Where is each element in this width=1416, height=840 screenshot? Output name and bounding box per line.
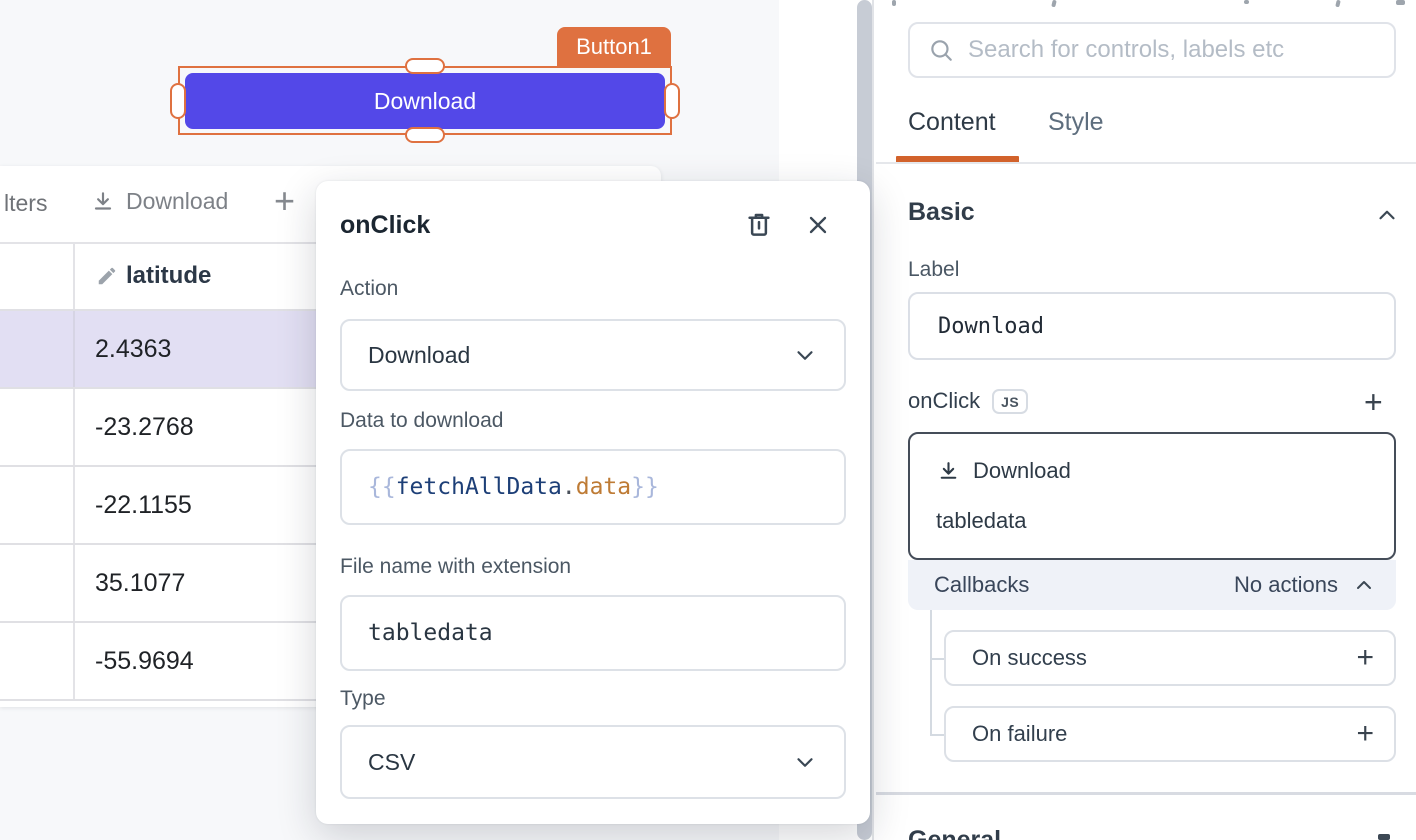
edit-pencil-icon [96, 265, 118, 287]
on-success-row[interactable]: On success + [944, 630, 1396, 686]
resize-handle-top[interactable] [405, 58, 445, 74]
column-header-latitude[interactable]: latitude [96, 262, 211, 290]
type-field-label: Type [340, 687, 386, 711]
section-divider [876, 792, 1416, 795]
callbacks-label: Callbacks [934, 572, 1234, 598]
code-token: }} [631, 474, 659, 500]
chevron-down-icon [792, 749, 818, 775]
action-card-type: Download [973, 458, 1071, 484]
app-window: Button1 Download lters Download + [0, 0, 1416, 840]
tabs-divider [876, 162, 1416, 164]
on-failure-label: On failure [972, 721, 1356, 747]
row-index-cell [0, 545, 75, 621]
chevron-down-icon [792, 342, 818, 368]
tab-style[interactable]: Style [1048, 108, 1104, 137]
resize-handle-right[interactable] [664, 83, 680, 119]
js-toggle-badge[interactable]: JS [992, 389, 1028, 414]
widget-name-badge[interactable]: Button1 [557, 27, 671, 66]
row-index-cell [0, 389, 75, 465]
row-index-cell [0, 467, 75, 543]
action-card-value: tabledata [936, 508, 1027, 534]
download-icon [90, 189, 116, 215]
chevron-up-icon[interactable] [1374, 202, 1400, 228]
section-basic: Basic [908, 198, 975, 227]
on-failure-row[interactable]: On failure + [944, 706, 1396, 762]
action-select[interactable]: Download [340, 319, 846, 391]
filename-input[interactable]: tabledata [340, 595, 846, 671]
download-icon [936, 459, 961, 484]
table-download-button[interactable]: Download [90, 188, 228, 215]
code-token: {{ [368, 474, 396, 500]
label-field-title: Label [908, 258, 959, 282]
column-header-label: latitude [126, 262, 211, 290]
code-token: data [576, 474, 631, 500]
download-button-widget[interactable]: Download [185, 73, 665, 129]
code-token: . [562, 474, 576, 500]
delete-action-icon[interactable] [744, 209, 774, 239]
onclick-action-card[interactable]: Download tabledata [908, 432, 1396, 560]
section-general: General [908, 826, 1001, 840]
onclick-property-label: onClick [908, 388, 980, 414]
property-pane: Content Style Basic Label Download onCli… [876, 0, 1416, 840]
action-select-value: Download [368, 342, 792, 369]
latitude-cell[interactable]: 35.1077 [95, 569, 185, 598]
resize-handle-left[interactable] [170, 83, 186, 119]
type-select[interactable]: CSV [340, 725, 846, 799]
popup-title: onClick [340, 211, 430, 240]
latitude-cell[interactable]: -23.2768 [95, 413, 194, 442]
callbacks-toggle[interactable]: Callbacks No actions [908, 560, 1396, 610]
callback-tree-line [930, 610, 932, 736]
code-token: fetchAllData [396, 474, 562, 500]
filename-field-label: File name with extension [340, 555, 571, 579]
chevron-up-icon [1352, 573, 1376, 597]
chevron-fragment [1378, 834, 1390, 840]
search-input[interactable] [968, 36, 1376, 64]
on-success-label: On success [972, 645, 1356, 671]
add-onclick-action-button[interactable]: + [1364, 386, 1383, 418]
data-to-download-input[interactable]: {{fetchAllData.data}} [340, 449, 846, 525]
type-select-value: CSV [368, 749, 792, 776]
search-icon [928, 37, 954, 63]
row-index-cell [0, 311, 75, 387]
table-add-row-button[interactable]: + [274, 180, 295, 222]
latitude-cell[interactable]: -55.9694 [95, 647, 194, 676]
add-on-failure-button[interactable]: + [1356, 719, 1374, 749]
table-filters-button[interactable]: lters [4, 190, 47, 217]
close-icon[interactable] [804, 211, 832, 239]
tab-content[interactable]: Content [908, 108, 996, 137]
action-field-label: Action [340, 277, 398, 301]
latitude-cell[interactable]: -22.1155 [95, 491, 192, 520]
row-index-cell [0, 623, 75, 699]
latitude-cell[interactable]: 2.4363 [95, 335, 171, 364]
onclick-property-row: onClick JS [908, 388, 1028, 414]
onclick-config-popup: onClick Action Download Data to download [316, 181, 870, 824]
data-field-label: Data to download [340, 409, 503, 433]
callbacks-status: No actions [1234, 572, 1338, 598]
table-download-label: Download [126, 188, 228, 215]
table-index-column-header [0, 244, 75, 309]
label-field-input[interactable]: Download [908, 292, 1396, 360]
add-on-success-button[interactable]: + [1356, 643, 1374, 673]
resize-handle-bottom[interactable] [405, 127, 445, 143]
property-search[interactable] [908, 22, 1396, 78]
